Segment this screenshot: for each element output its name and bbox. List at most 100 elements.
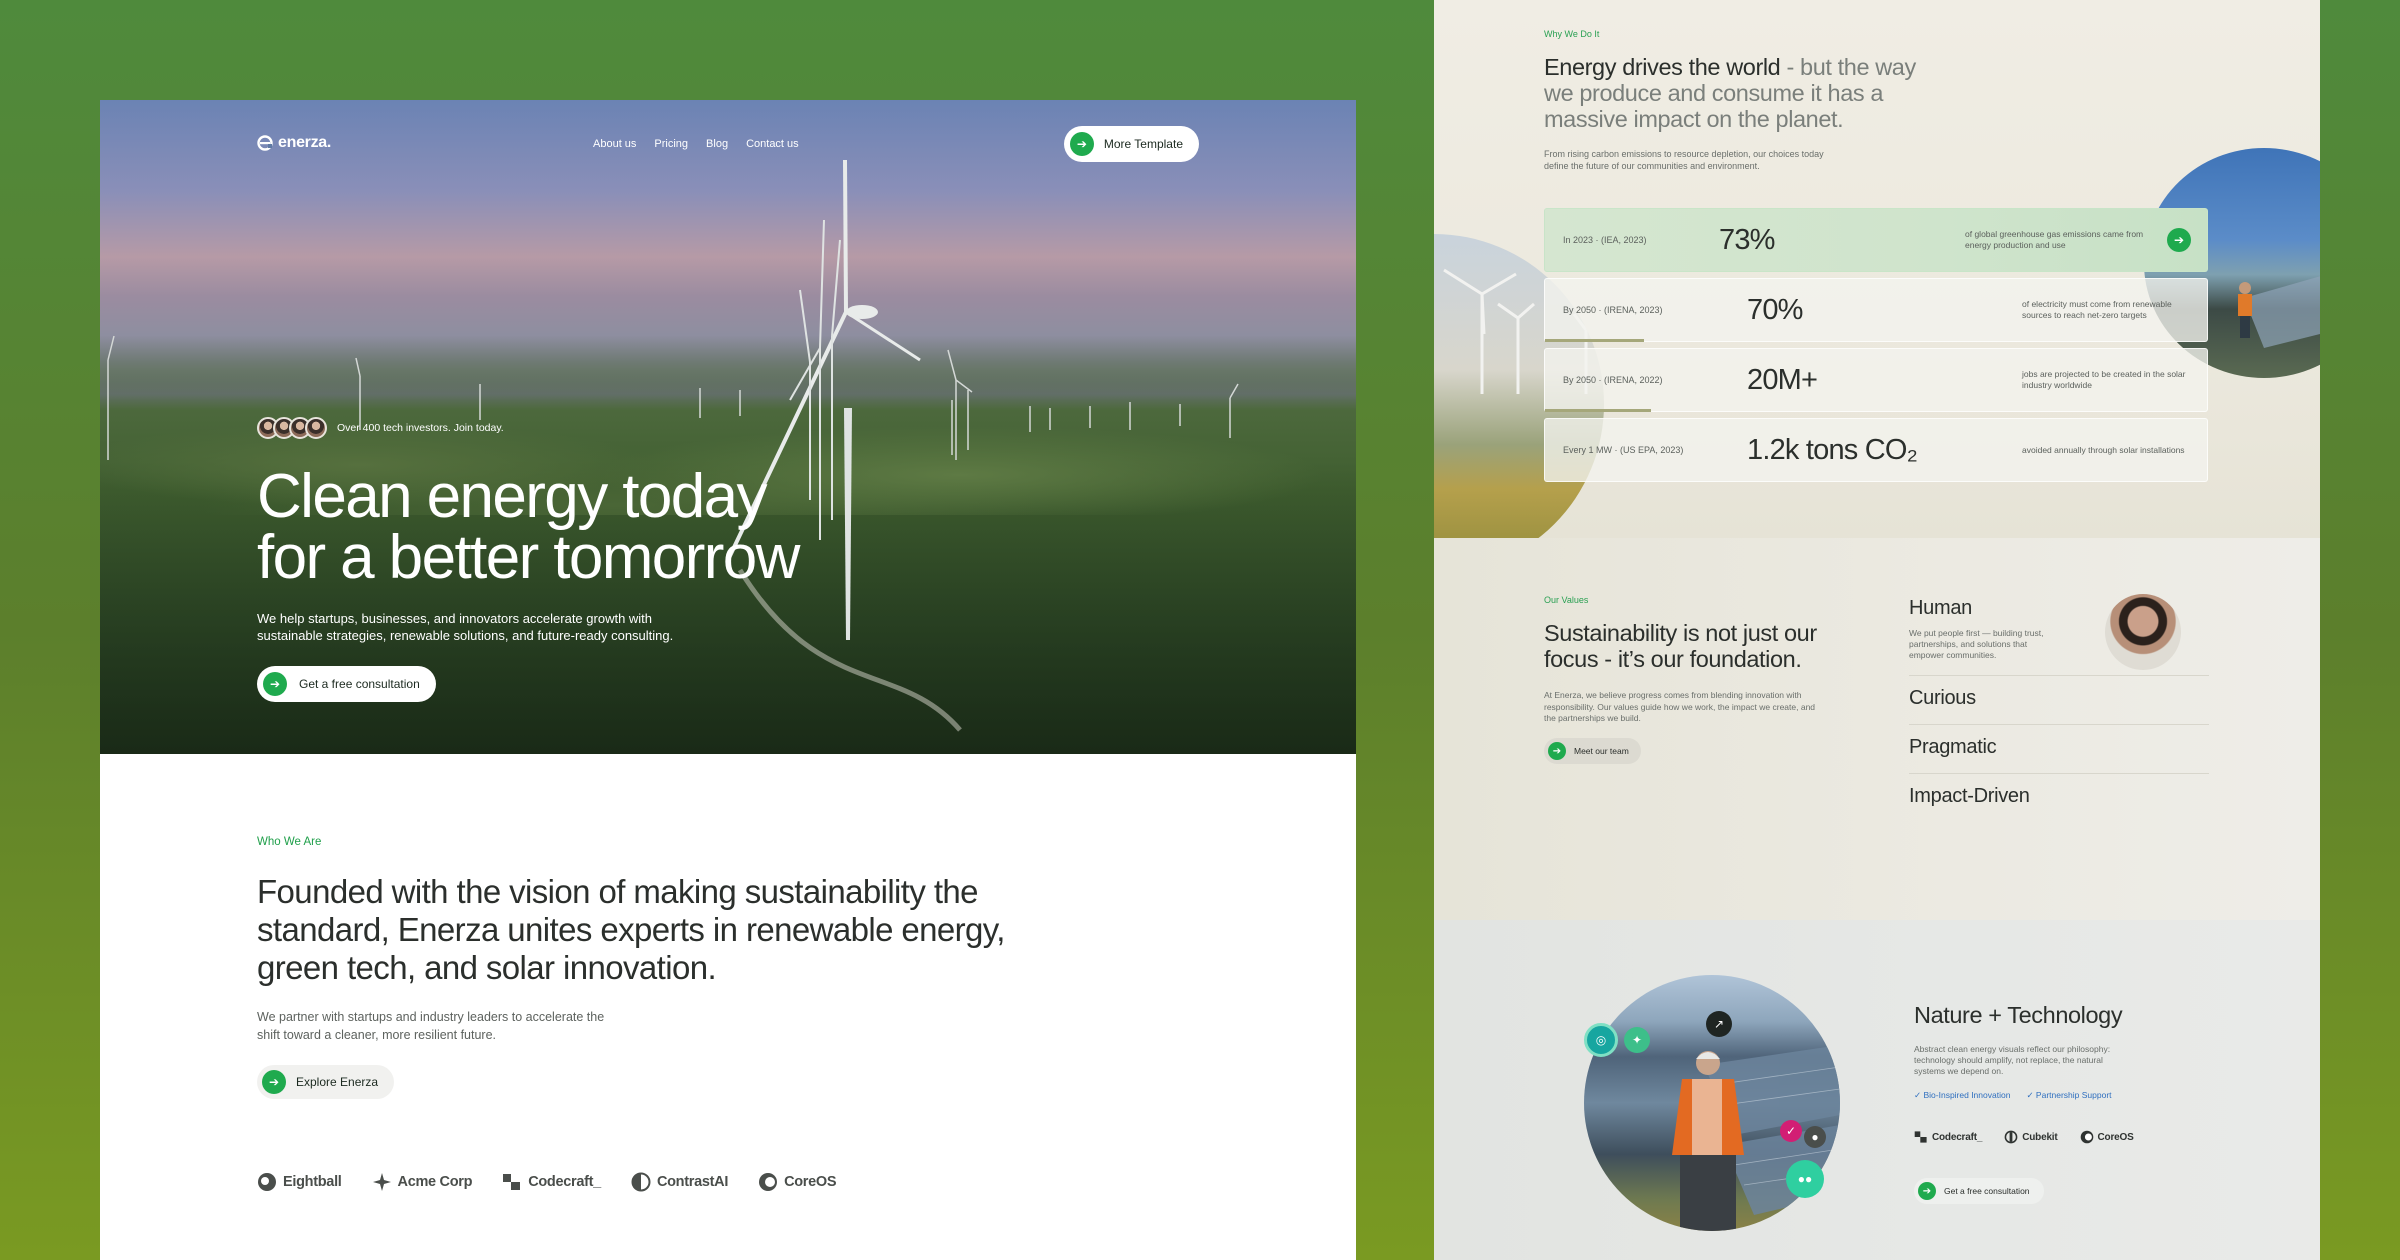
hero-title: Clean energy today for a better tomorrow xyxy=(257,466,877,589)
nature-free-consultation-button[interactable]: ➔ Get a free consultation xyxy=(1914,1178,2044,1204)
values-accordion: Human We put people first — building tru… xyxy=(1909,586,2209,822)
stat-row[interactable]: By 2050 · (IRENA, 2022) 20M+ jobs are pr… xyxy=(1544,348,2208,412)
external-link-icon[interactable]: ↗ xyxy=(1706,1011,1732,1037)
coreos-circle-icon xyxy=(2080,1130,2093,1144)
about-title: Founded with the vision of making sustai… xyxy=(257,873,1005,986)
spiral-icon: ◎ xyxy=(1584,1023,1618,1057)
nature-consultation-label: Get a free consultation xyxy=(1944,1186,2030,1196)
stat-description: of electricity must come from renewable … xyxy=(2022,299,2172,320)
stat-description: jobs are projected to be created in the … xyxy=(2022,369,2186,390)
explore-enerza-label: Explore Enerza xyxy=(296,1075,379,1089)
eightball-logo-icon xyxy=(258,1173,276,1191)
stat-value: 73% xyxy=(1719,223,1775,256)
brand-name: CoreOS xyxy=(2097,1131,2134,1143)
brand-codecraft: Codecraft_ xyxy=(1914,1130,1982,1144)
brand-contrastai: ContrastAI xyxy=(631,1172,728,1192)
why-title: Energy drives the world - but the way we… xyxy=(1544,54,1944,132)
nav-links: About us Pricing Blog Contact us xyxy=(593,138,799,150)
arrow-right-icon[interactable]: ➔ xyxy=(2167,228,2191,252)
moon-icon: ● xyxy=(1804,1126,1826,1148)
brand-acme-corp: Acme Corp xyxy=(372,1172,472,1192)
stat-progress-bar xyxy=(1545,339,1645,342)
landing-page-preview: enerza. About us Pricing Blog Contact us… xyxy=(100,100,1356,1260)
top-navigation: enerza. About us Pricing Blog Contact us… xyxy=(257,124,1199,162)
hero-title-line-1: Clean energy today xyxy=(257,462,767,531)
enerza-logo[interactable]: enerza. xyxy=(257,134,331,152)
enerza-logo-icon xyxy=(257,135,273,151)
why-description: From rising carbon emissions to resource… xyxy=(1544,149,1824,171)
avatar xyxy=(2105,594,2181,670)
about-kicker: Who We Are xyxy=(257,836,322,848)
energy-stats-list: In 2023 · (IEA, 2023) 73% of global gree… xyxy=(1544,208,2208,488)
our-values-section: Our Values Sustainability is not just ou… xyxy=(1434,538,2320,920)
nav-link-pricing[interactable]: Pricing xyxy=(654,138,688,150)
arrow-right-icon: ➔ xyxy=(262,1070,286,1094)
hero-title-line-2: for a better tomorrow xyxy=(257,523,800,592)
nav-link-contact[interactable]: Contact us xyxy=(746,138,799,150)
brand-coreos: CoreOS xyxy=(2080,1130,2134,1144)
meet-our-team-label: Meet our team xyxy=(1574,746,1629,756)
stat-value: 20M+ xyxy=(1747,363,1818,396)
hero-description: We help startups, businesses, and innova… xyxy=(257,611,674,643)
more-template-button[interactable]: ➔ More Template xyxy=(1063,126,1199,162)
nature-tags: ✓ Bio-Inspired Innovation ✓ Partnership … xyxy=(1914,1090,2112,1101)
why-kicker: Why We Do It xyxy=(1544,29,1600,39)
value-name: Pragmatic xyxy=(1909,736,1997,758)
stat-label: By 2050 · (IRENA, 2023) xyxy=(1563,305,1663,315)
stat-description: of global greenhouse gas emissions came … xyxy=(1965,229,2144,250)
avatar xyxy=(305,417,327,439)
investors-badge: Over 400 tech investors. Join today. xyxy=(257,417,504,439)
value-text: We put people first — building trust, pa… xyxy=(1909,628,2044,660)
why-title-strong: Energy drives the world xyxy=(1544,54,1781,80)
brand-name: Codecraft_ xyxy=(528,1174,601,1190)
brand-name: CoreOS xyxy=(784,1174,837,1190)
arrow-right-icon: ➔ xyxy=(1918,1182,1936,1200)
codecraft-blocks-icon xyxy=(1914,1131,1927,1143)
stat-label: In 2023 · (IEA, 2023) xyxy=(1563,235,1647,245)
values-description: At Enerza, we believe progress comes fro… xyxy=(1544,690,1816,723)
about-description: We partner with startups and industry le… xyxy=(257,1010,605,1042)
nature-brands: Codecraft_ Cubekit CoreOS xyxy=(1914,1130,2134,1144)
brand-name: Cubekit xyxy=(2022,1131,2058,1143)
brand-cubekit: Cubekit xyxy=(2004,1130,2058,1144)
value-name: Impact-Driven xyxy=(1909,785,2030,807)
acme-star-icon xyxy=(372,1173,391,1191)
contrast-circle-icon xyxy=(631,1172,651,1192)
coreos-circle-icon xyxy=(759,1173,778,1191)
arrow-right-icon: ➔ xyxy=(263,672,287,696)
nav-link-about[interactable]: About us xyxy=(593,138,636,150)
stat-label: Every 1 MW · (US EPA, 2023) xyxy=(1563,445,1684,455)
cubekit-icon xyxy=(2004,1130,2018,1144)
stat-row[interactable]: In 2023 · (IEA, 2023) 73% of global gree… xyxy=(1544,208,2208,272)
brand-name: ContrastAI xyxy=(656,1174,729,1190)
value-item-curious[interactable]: Curious xyxy=(1909,676,2209,725)
brand-name: Eightball xyxy=(283,1174,342,1190)
investor-avatars xyxy=(257,417,327,439)
meet-our-team-button[interactable]: ➔ Meet our team xyxy=(1544,738,1641,764)
brand-codecraft: Codecraft_ xyxy=(502,1172,601,1192)
free-consultation-button[interactable]: ➔ Get a free consultation xyxy=(257,666,436,702)
stat-value: 70% xyxy=(1747,293,1803,326)
stat-row[interactable]: By 2050 · (IRENA, 2023) 70% of electrici… xyxy=(1544,278,2208,342)
value-item-impact-driven[interactable]: Impact-Driven xyxy=(1909,774,2209,822)
sparkle-icon: ✦ xyxy=(1624,1027,1650,1053)
arrow-right-icon: ➔ xyxy=(1069,132,1094,156)
brand-eightball: Eightball xyxy=(257,1172,342,1192)
toggle-dots-icon: ●● xyxy=(1786,1160,1824,1198)
nature-technology-section: ↗ ◎ ✦ ✓ ● ●● Nature + Technology Abstrac… xyxy=(1434,920,2320,1260)
arrow-right-icon: ➔ xyxy=(1548,742,1566,760)
nav-link-blog[interactable]: Blog xyxy=(706,138,728,150)
logo-text: enerza. xyxy=(278,134,332,151)
codecraft-blocks-icon xyxy=(503,1174,521,1190)
explore-enerza-button[interactable]: ➔ Explore Enerza xyxy=(257,1065,395,1099)
tag-partnership-support: ✓ Partnership Support xyxy=(2026,1090,2112,1100)
values-kicker: Our Values xyxy=(1544,595,1589,605)
stat-row[interactable]: Every 1 MW · (US EPA, 2023) 1.2k tons CO… xyxy=(1544,418,2208,482)
check-circle-icon: ✓ xyxy=(1780,1120,1802,1142)
value-item-human[interactable]: Human We put people first — building tru… xyxy=(1909,586,2209,676)
hero-section: enerza. About us Pricing Blog Contact us… xyxy=(100,100,1356,754)
more-template-label: More Template xyxy=(1103,137,1183,151)
nature-description: Abstract clean energy visuals reflect ou… xyxy=(1914,1044,2111,1076)
free-consultation-label: Get a free consultation xyxy=(299,677,420,691)
value-item-pragmatic[interactable]: Pragmatic xyxy=(1909,725,2209,774)
